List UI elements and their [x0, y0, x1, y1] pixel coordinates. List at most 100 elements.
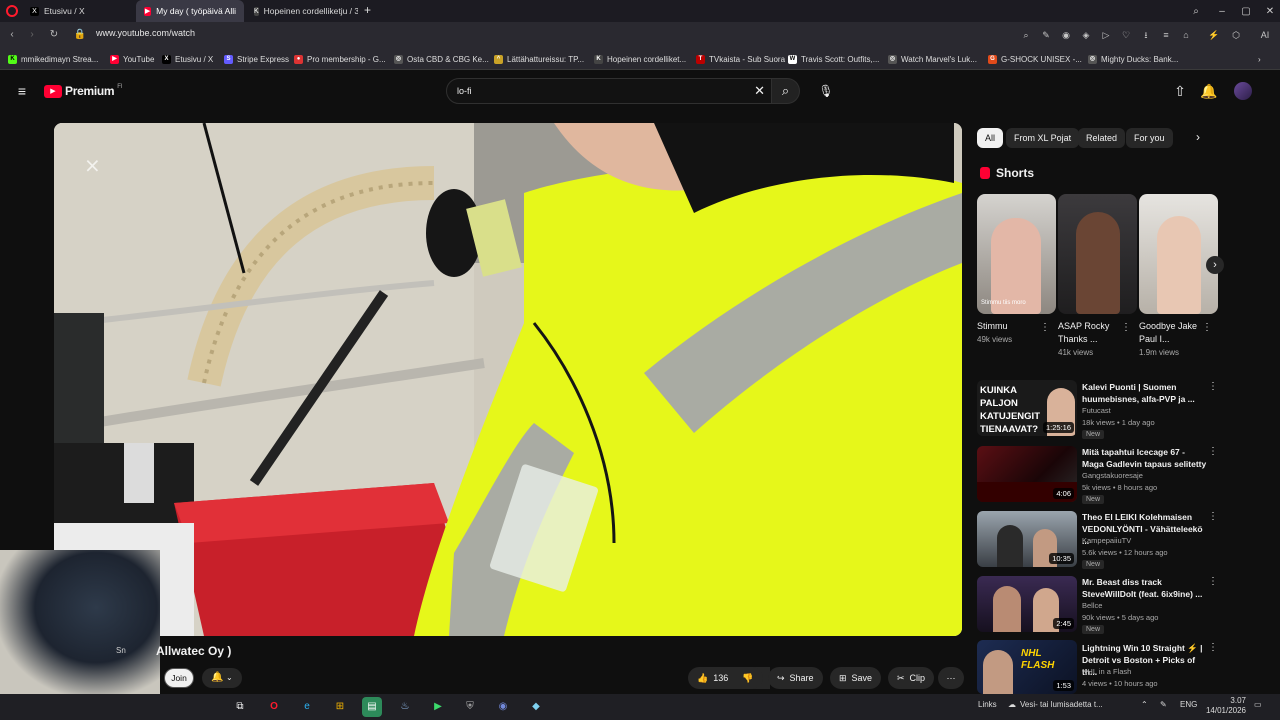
hamburger-menu-icon[interactable]: ≡ [10, 79, 34, 103]
zoom-icon[interactable]: ⌕ [1018, 27, 1034, 43]
media-player-icon[interactable]: ▶ [428, 697, 448, 717]
channel-name[interactable]: Futucast [1082, 405, 1212, 417]
video-thumbnail[interactable]: KUINKA PALJON KATUJENGIT TIENAAVAT? 1:25… [977, 380, 1077, 436]
video-thumbnail[interactable]: 4:06 [977, 446, 1077, 502]
more-vert-icon[interactable]: ⋮ [1208, 576, 1218, 587]
clip-button[interactable]: ✂ Clip [888, 667, 935, 689]
download-icon[interactable]: ⭳ [1138, 27, 1154, 43]
youtube-logo[interactable]: ▶ Premium FI [44, 84, 123, 98]
upload-icon[interactable]: ⇧ [1168, 79, 1192, 103]
more-vert-icon[interactable]: ⋮ [1040, 322, 1050, 333]
active-app-icon[interactable]: ▤ [362, 697, 382, 717]
heart-icon[interactable]: ♡ [1118, 27, 1134, 43]
more-vert-icon[interactable]: ⋮ [1208, 642, 1218, 653]
bookmarks-overflow-icon[interactable]: › [1258, 52, 1261, 66]
clock[interactable]: 3.07 14/01/2026 [1204, 696, 1246, 716]
extension-icon[interactable]: ⚡ [1206, 27, 1222, 43]
short-thumbnail[interactable] [1058, 194, 1137, 314]
video-title[interactable]: Kalevi Puonti | Suomen huumebisnes, alfa… [1082, 381, 1207, 405]
bookmark-item[interactable]: ● Pro membership - G... [294, 52, 386, 66]
search-input[interactable]: lo-fi ✕ [446, 78, 772, 104]
video-title[interactable]: Mr. Beast diss track SteveWillDoIt (feat… [1082, 576, 1207, 600]
short-title[interactable]: ASAP Rocky Thanks ... [1058, 320, 1128, 346]
bookmark-item[interactable]: ◎ Mighty Ducks: Bank... [1088, 52, 1178, 66]
wallet-icon[interactable]: ⌂ [1178, 27, 1194, 43]
more-vert-icon[interactable]: ⋮ [1208, 381, 1218, 392]
cube-icon[interactable]: ⬡ [1228, 27, 1244, 43]
opera-logo-icon[interactable] [6, 5, 18, 17]
task-view-icon[interactable]: ⧉ [230, 697, 250, 717]
bookmark-item[interactable]: K Hopeinen cordelliket... [594, 52, 686, 66]
tab-youtube-video[interactable]: ▶ My day ( työpäivä Alli [136, 0, 244, 22]
new-tab-button[interactable]: + [364, 3, 371, 17]
more-actions-button[interactable]: ⋯ [938, 667, 964, 689]
chip-for-you[interactable]: For you [1126, 128, 1173, 148]
tab-kt[interactable]: K Hopeinen cordelliketju / 3 [246, 0, 358, 22]
video-thumbnail[interactable]: NHL FLASH 1:53 [977, 640, 1077, 694]
bookmark-item[interactable]: ◎ Watch Marvel's Luk... [888, 52, 977, 66]
more-vert-icon[interactable]: ⋮ [1208, 511, 1218, 522]
edit-icon[interactable]: ✎ [1038, 27, 1054, 43]
back-icon[interactable]: ‹ [4, 27, 20, 43]
channel-name[interactable]: KampepaiiuTV [1082, 535, 1212, 547]
url-field[interactable]: www.youtube.com/watch [96, 28, 195, 38]
short-title[interactable]: Stimmu [977, 320, 1047, 333]
channel-name[interactable]: Gangstakuoresaje [1082, 470, 1212, 482]
reload-icon[interactable]: ↻ [46, 27, 62, 43]
avatar[interactable] [1234, 82, 1252, 100]
bookmark-item[interactable]: X Etusivu / X [162, 52, 213, 66]
shield-icon[interactable]: ◈ [1078, 27, 1094, 43]
camera-icon[interactable]: ◉ [1058, 27, 1074, 43]
forward-icon[interactable]: › [24, 27, 40, 43]
chips-next-icon[interactable]: › [1196, 130, 1200, 144]
video-thumbnail[interactable]: 2:45 [977, 576, 1077, 632]
join-button[interactable]: Join [164, 668, 194, 688]
chip-related[interactable]: Related [1078, 128, 1126, 148]
clear-search-icon[interactable]: ✕ [754, 83, 765, 99]
pen-icon[interactable]: ✎ [1160, 700, 1167, 709]
video-player[interactable]: ⨯ [54, 123, 962, 636]
store-icon[interactable]: ⊞ [330, 697, 350, 717]
more-vert-icon[interactable]: ⋮ [1121, 322, 1131, 333]
channel-name[interactable]: Bellce [1082, 600, 1212, 612]
notification-center-icon[interactable]: ▭ [1254, 700, 1262, 709]
edge-icon[interactable]: e [297, 697, 317, 717]
discord-icon[interactable]: ◉ [493, 697, 513, 717]
opera-taskbar-icon[interactable]: O [264, 697, 284, 717]
bookmark-item[interactable]: Kmmikedimayn Strea... [8, 52, 98, 66]
steam-icon[interactable]: ♨ [395, 697, 415, 717]
bookmark-item[interactable]: G G-SHOCK UNISEX -... [988, 52, 1082, 66]
language-indicator[interactable]: ENG [1180, 700, 1197, 709]
bookmark-item[interactable]: W Travis Scott: Outfits,... [788, 52, 879, 66]
weather-widget[interactable]: ☁ Vesi- tai lumisadetta t... [1008, 700, 1103, 709]
short-title[interactable]: Goodbye Jake Paul I... [1139, 320, 1209, 346]
microphone-icon[interactable]: 🎙 [814, 79, 838, 103]
bookmark-item[interactable]: S Stripe Express [224, 52, 289, 66]
chevron-up-icon[interactable]: ⌃ [1141, 700, 1148, 709]
video-title[interactable]: Mitä tapahtui Icecage 67 - Maga Gadlevin… [1082, 446, 1207, 470]
play-icon[interactable]: ▷ [1098, 27, 1114, 43]
bookmark-item[interactable]: ▶ YouTube [110, 52, 154, 66]
menu-icon[interactable]: ≡ [1158, 27, 1174, 43]
tab-x[interactable]: X Etusivu / X [22, 0, 132, 22]
video-thumbnail[interactable]: 10:35 [977, 511, 1077, 567]
links-toolbar[interactable]: Links [978, 700, 997, 709]
minimize-icon[interactable]: – [1210, 0, 1234, 22]
share-button[interactable]: ↪ Share [768, 667, 823, 689]
notifications-bell-icon[interactable]: 🔔 [1197, 79, 1221, 103]
short-thumbnail[interactable]: Stimmu tiis moro [977, 194, 1056, 314]
more-vert-icon[interactable]: ⋮ [1202, 322, 1212, 333]
ai-icon[interactable]: AI [1254, 27, 1276, 43]
bookmark-item[interactable]: T TVkaista - Sub Suora [696, 52, 785, 66]
shield-app-icon[interactable]: ⛨ [460, 697, 480, 717]
bookmark-item[interactable]: ◎ Osta CBD & CBG Ke... [394, 52, 489, 66]
channel-name[interactable]: NHL in a Flash [1082, 666, 1212, 678]
files-icon[interactable]: ◆ [526, 697, 546, 717]
chip-all[interactable]: All [977, 128, 1004, 148]
bookmark-item[interactable]: ^ Lättähattureissu: TP... [494, 52, 584, 66]
more-vert-icon[interactable]: ⋮ [1208, 446, 1218, 457]
subscribe-bell-button[interactable]: 🔔 ⌄ [202, 668, 242, 688]
dislike-button[interactable]: 👎 [733, 667, 763, 689]
chip-from-channel[interactable]: From XL Pojat [1006, 128, 1080, 148]
search-button[interactable]: ⌕ [772, 78, 800, 104]
